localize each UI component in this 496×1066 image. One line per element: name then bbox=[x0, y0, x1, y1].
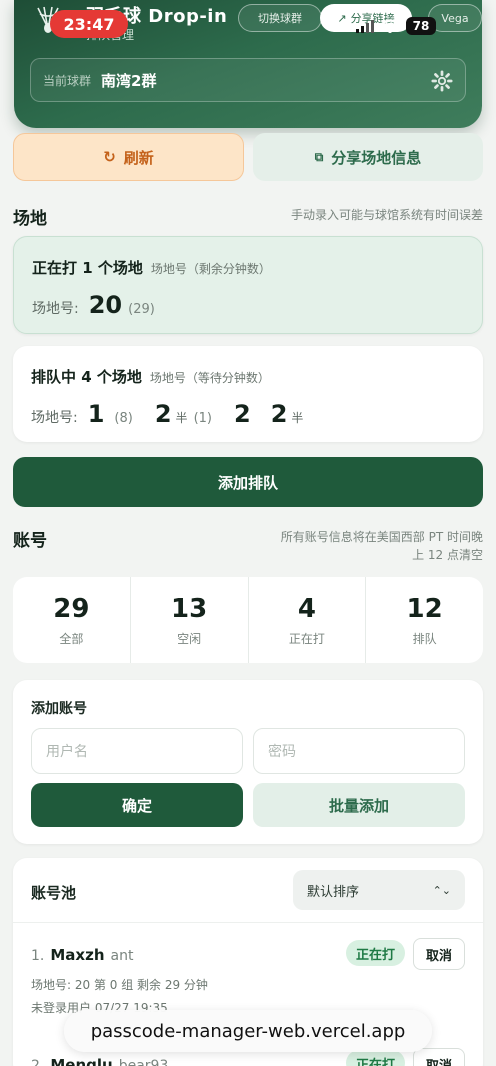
account-stats: 29 全部 13 空闲 4 正在打 12 排队 bbox=[13, 577, 483, 663]
playing-courts-title: 正在打 1 个场地 bbox=[32, 259, 143, 277]
cancel-button[interactable]: 取消 bbox=[413, 1048, 465, 1066]
switch-group-button[interactable]: 切换球群 bbox=[238, 4, 322, 32]
stat-label: 正在打 bbox=[288, 631, 325, 646]
court-number: 2 bbox=[154, 400, 172, 428]
share-arrow-icon: ↗ bbox=[337, 11, 347, 25]
playing-courts-card: 正在打 1 个场地 场地号（剩余分钟数） 场地号: 20 (29) bbox=[13, 236, 483, 334]
current-group-bar[interactable]: 当前球群 南湾2群 bbox=[30, 58, 466, 102]
queued-courts-title: 排队中 4 个场地 bbox=[31, 368, 142, 386]
court-minutes: (8) bbox=[114, 411, 133, 426]
gear-icon[interactable] bbox=[431, 70, 453, 92]
pool-divider bbox=[13, 922, 483, 923]
stat-label: 空闲 bbox=[177, 631, 202, 646]
account-detail: 场地号: 20 第 0 组 剩余 29 分钟 bbox=[31, 978, 208, 992]
status-time: 23:47 bbox=[50, 10, 128, 38]
status-icons: 78 bbox=[356, 16, 436, 36]
account-alias: bear93 bbox=[118, 1058, 169, 1066]
sort-select-value: 默认排序 bbox=[307, 884, 360, 900]
stat-value: 29 bbox=[53, 593, 90, 624]
court-minutes: (29) bbox=[128, 302, 155, 317]
account-index: 1. bbox=[31, 948, 45, 964]
queued-courts-row: 场地号: 1 (8) 2 半 (1) 2 2 半 bbox=[31, 400, 325, 428]
stat-all[interactable]: 29 全部 bbox=[13, 577, 131, 663]
account-alias: ant bbox=[110, 948, 134, 964]
accounts-note-line2: 上 12 点清空 bbox=[412, 548, 483, 562]
courts-section-note: 手动录入可能与球馆系统有时间误差 bbox=[290, 208, 483, 222]
status-badge: 正在打 bbox=[345, 1050, 405, 1066]
account-name: Maxzh bbox=[50, 946, 105, 964]
battery-indicator: 78 bbox=[406, 17, 436, 35]
court-number: 2 bbox=[270, 400, 288, 428]
confirm-button[interactable]: 确定 bbox=[31, 783, 243, 827]
share-court-label: 分享场地信息 bbox=[331, 148, 422, 167]
accounts-section-title: 账号 bbox=[13, 531, 47, 551]
current-group-label: 当前球群 bbox=[43, 73, 92, 88]
accounts-section-note: 所有账号信息将在美国西部 PT 时间晚 上 12 点清空 bbox=[281, 528, 483, 564]
cancel-button[interactable]: 取消 bbox=[413, 938, 465, 970]
courts-section-title: 场地 bbox=[13, 209, 47, 229]
queued-courts-hint: 场地号（等待分钟数） bbox=[149, 371, 270, 385]
batch-add-button[interactable]: 批量添加 bbox=[253, 783, 465, 827]
user-button[interactable]: Vega bbox=[428, 4, 482, 32]
stat-idle[interactable]: 13 空闲 bbox=[131, 577, 249, 663]
stat-queued[interactable]: 12 排队 bbox=[366, 577, 483, 663]
signal-icon bbox=[356, 20, 374, 33]
stat-label: 排队 bbox=[412, 631, 437, 646]
add-account-card: 添加账号 用户名 密码 确定 批量添加 bbox=[13, 680, 483, 844]
add-queue-button[interactable]: 添加排队 bbox=[13, 457, 483, 507]
copy-icon: ⧉ bbox=[314, 149, 324, 164]
stat-label: 全部 bbox=[59, 631, 84, 646]
court-number-label: 场地号: bbox=[32, 301, 79, 317]
account-name: Menglu bbox=[50, 1056, 113, 1066]
wifi-icon bbox=[381, 19, 399, 33]
password-input[interactable]: 密码 bbox=[253, 728, 465, 774]
refresh-label: 刷新 bbox=[123, 148, 154, 167]
accounts-note-line1: 所有账号信息将在美国西部 PT 时间晚 bbox=[280, 530, 483, 544]
refresh-icon: ↻ bbox=[103, 148, 116, 166]
court-minutes: (1) bbox=[193, 411, 212, 426]
stat-value: 4 bbox=[297, 593, 316, 624]
account-pool-title: 账号池 bbox=[31, 884, 77, 902]
court-number-label: 场地号: bbox=[31, 410, 78, 426]
court-half: 半 bbox=[175, 411, 188, 425]
username-input[interactable]: 用户名 bbox=[31, 728, 243, 774]
stat-playing[interactable]: 4 正在打 bbox=[249, 577, 367, 663]
account-index: 2. bbox=[31, 1058, 45, 1066]
playing-courts-row: 场地号: 20 (29) bbox=[32, 291, 171, 319]
playing-courts-hint: 场地号（剩余分钟数） bbox=[150, 262, 271, 276]
court-number: 20 bbox=[88, 291, 123, 319]
browser-url-bar[interactable]: passcode-manager-web.vercel.app bbox=[64, 1010, 432, 1052]
current-group-name: 南湾2群 bbox=[101, 71, 157, 90]
chevron-updown-icon: ⌃⌄ bbox=[432, 883, 451, 897]
refresh-button[interactable]: ↻ 刷新 bbox=[13, 133, 244, 181]
queued-courts-card: 排队中 4 个场地 场地号（等待分钟数） 场地号: 1 (8) 2 半 (1) … bbox=[13, 346, 483, 442]
stat-value: 12 bbox=[406, 593, 443, 624]
court-half: 半 bbox=[291, 411, 304, 425]
add-account-title: 添加账号 bbox=[31, 701, 87, 717]
stat-value: 13 bbox=[171, 593, 208, 624]
sort-select[interactable]: 默认排序 ⌃⌄ bbox=[293, 870, 465, 910]
court-number: 1 bbox=[87, 400, 105, 428]
share-court-info-button[interactable]: ⧉ 分享场地信息 bbox=[253, 133, 483, 181]
account-row: 2. Menglu bear93 正在打 取消 bbox=[31, 1048, 465, 1066]
status-badge: 正在打 bbox=[345, 940, 405, 966]
court-number: 2 bbox=[233, 400, 251, 428]
account-row: 1. Maxzh ant 正在打 取消 场地号: 20 第 0 组 剩余 29 … bbox=[31, 938, 465, 1016]
